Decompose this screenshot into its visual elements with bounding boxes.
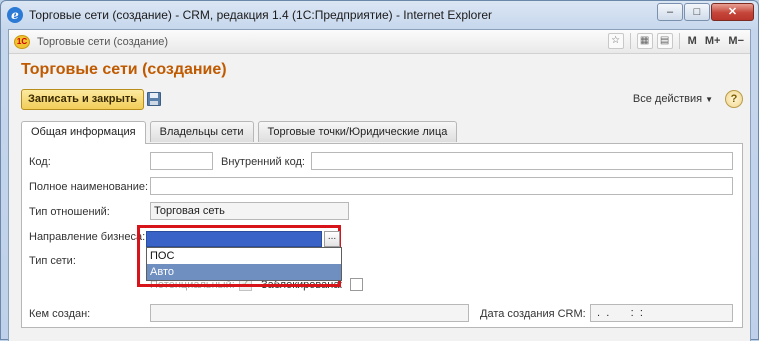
onec-window-header: 1С Торговые сети (создание) ☆ ▦ ▤ M M+ M… [9,30,750,54]
relation-type-label: Тип отношений: [29,206,110,218]
business-direction-label: Направление бизнеса: [29,231,146,243]
toolbar-divider [678,33,680,49]
memory-minus-button[interactable]: M− [726,35,746,47]
memory-m-button[interactable]: M [686,35,699,47]
tab-network-owners[interactable]: Владельцы сети [149,121,254,142]
favorites-star-icon[interactable]: ☆ [607,33,624,49]
onec-window-title: Торговые сети (создание) [37,36,169,48]
browser-title-bar: e Торговые сети (создание) - CRM, редакц… [1,1,758,29]
dropdown-option-auto[interactable]: Авто [147,264,341,280]
command-bar: Записать и закрыть Все действия ▼ ? [21,89,743,111]
save-disk-icon[interactable] [147,92,161,106]
tab-outlets-legal-entities[interactable]: Торговые точки/Юридические лица [257,121,458,142]
all-actions-label: Все действия [632,93,703,105]
internal-code-field[interactable] [311,152,733,170]
minimize-button[interactable]: – [657,3,683,21]
onec-toolbar: ☆ ▦ ▤ M M+ M− [607,33,746,49]
internal-code-label: Внутренний код: [221,156,305,168]
tab-general-info[interactable]: Общая информация [21,121,146,144]
close-button[interactable]: ✕ [711,3,754,21]
crm-created-date-field[interactable]: . . : : [590,304,733,322]
full-name-field[interactable] [150,177,733,195]
crm-created-date-label: Дата создания CRM: [480,308,586,320]
form-title: Торговые сети (создание) [21,61,227,78]
memory-plus-button[interactable]: M+ [703,35,723,47]
internet-explorer-icon: e [7,7,23,23]
general-info-panel: Код: Внутренний код: Полное наименование… [21,143,743,328]
business-direction-dropdown-list: ПОС Авто [146,247,342,281]
code-field[interactable] [150,152,213,170]
calendar-icon[interactable]: ▤ [656,33,673,49]
form-tabs: Общая информация Владельцы сети Торговые… [21,121,458,144]
created-by-field[interactable] [150,304,469,322]
window-controls: – □ ✕ [657,3,754,21]
browser-window-title: Торговые сети (создание) - CRM, редакция… [29,8,493,22]
full-name-label: Полное наименование: [29,181,149,193]
created-by-label: Кем создан: [29,308,91,320]
relation-type-field[interactable]: Торговая сеть [150,202,349,220]
network-type-label: Тип сети: [29,255,76,267]
code-label: Код: [29,156,51,168]
save-and-close-button[interactable]: Записать и закрыть [21,89,145,110]
all-actions-menu[interactable]: Все действия ▼ [633,93,713,105]
choose-button[interactable]: ... [324,231,340,247]
application-area: 1С Торговые сети (создание) ☆ ▦ ▤ M M+ M… [8,29,751,341]
business-direction-field[interactable]: ... [146,231,342,247]
onec-logo-icon: 1С [14,35,30,49]
maximize-button[interactable]: □ [684,3,710,21]
ie-window: e Торговые сети (создание) - CRM, редакц… [0,0,759,341]
business-direction-input[interactable] [146,231,322,247]
help-button[interactable]: ? [725,90,743,108]
dropdown-caret-icon: ▼ [705,95,713,104]
calculator-icon[interactable]: ▦ [636,33,653,49]
dropdown-option-pos[interactable]: ПОС [147,248,341,264]
toolbar-divider [629,33,631,49]
blocked-checkbox[interactable] [350,278,363,291]
